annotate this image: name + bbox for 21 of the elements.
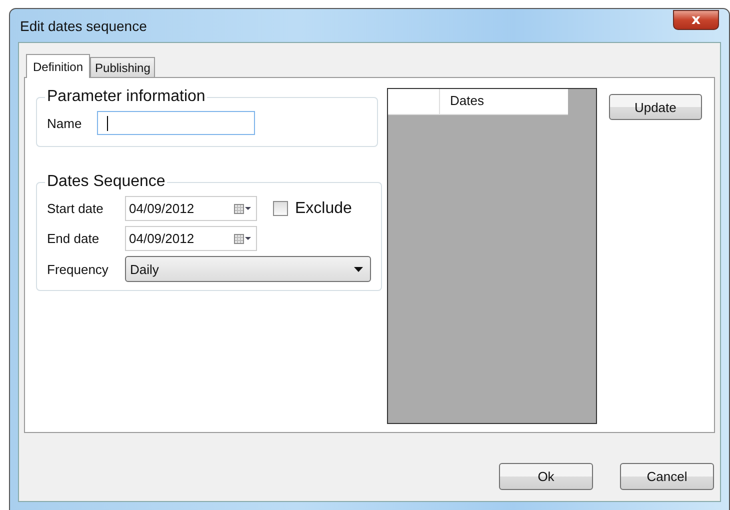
frequency-dropdown[interactable]: Daily bbox=[125, 256, 371, 282]
dialog-button[interactable]: Cancel bbox=[620, 463, 714, 490]
field-label: Name bbox=[47, 116, 83, 130]
exclude-checkbox[interactable]: Exclude bbox=[273, 200, 352, 218]
date-picker[interactable]: 04/09/2012 bbox=[125, 226, 257, 251]
tab[interactable]: Definition bbox=[26, 54, 90, 78]
group-title: Parameter information bbox=[46, 88, 206, 106]
dropdown-arrow-icon bbox=[354, 266, 363, 272]
tab[interactable]: Publishing bbox=[90, 57, 156, 77]
calendar-icon bbox=[234, 204, 252, 214]
update-button[interactable]: Update bbox=[608, 94, 702, 120]
field-label: Start date bbox=[47, 201, 104, 216]
field-label: End date bbox=[47, 231, 100, 246]
date-picker[interactable]: 04/09/2012 bbox=[125, 196, 257, 221]
dialog-button[interactable]: Ok bbox=[499, 463, 593, 490]
close-button[interactable]: x bbox=[673, 10, 719, 30]
field-label: Frequency bbox=[47, 262, 110, 276]
group-title: Dates Sequence bbox=[46, 173, 166, 191]
name-field[interactable] bbox=[97, 111, 255, 135]
calendar-icon bbox=[234, 234, 252, 244]
window-title: Edit dates sequence bbox=[19, 18, 147, 34]
